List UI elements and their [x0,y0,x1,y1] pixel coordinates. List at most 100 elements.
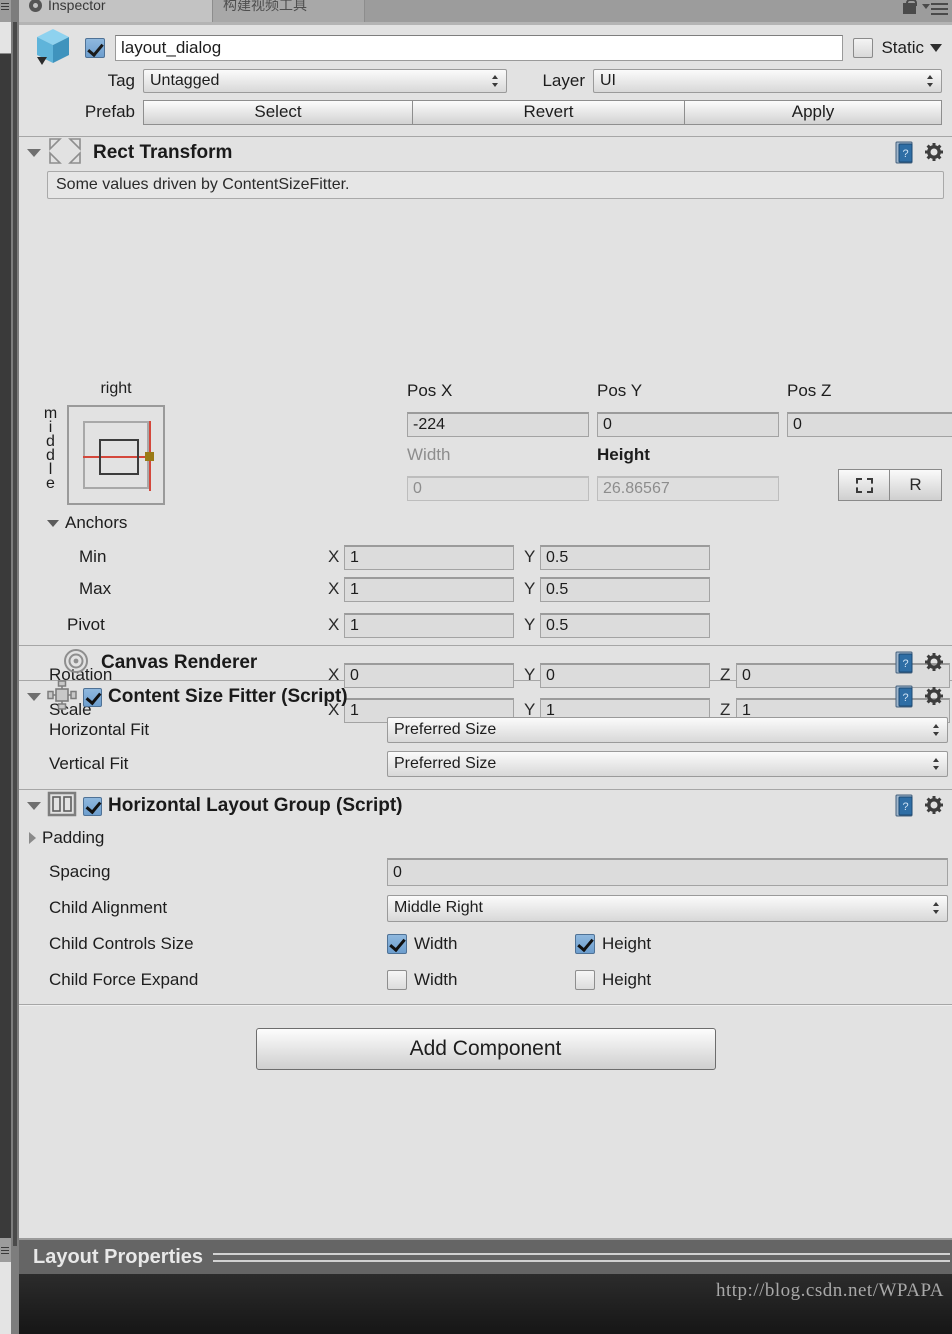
pos-z-header: Pos Z [787,381,832,400]
foldout-arrow-icon[interactable] [27,693,41,701]
add-component-button[interactable]: Add Component [255,1028,716,1070]
vertical-fit-dropdown[interactable]: Preferred Size [387,751,948,777]
child-force-expand-width-label: Width [414,970,458,989]
prefab-select-button[interactable]: Select [143,99,413,125]
height-header: Height [597,445,650,464]
gear-icon[interactable] [924,795,946,817]
hamburger-menu-icon[interactable] [922,2,948,15]
child-alignment-dropdown[interactable]: Middle Right [387,894,948,922]
gear-icon[interactable] [924,652,946,674]
left-panel-footer-scroll[interactable] [0,1262,11,1334]
child-force-height-group: Height [575,970,651,990]
gear-icon[interactable] [924,686,946,708]
gameobject-enabled-checkbox[interactable] [85,38,105,58]
anchor-min-row: Min X 1 Y 0.5 [19,541,952,573]
height-input[interactable]: 26.86567 [597,476,779,501]
anchor-max-row: Max X 1 Y 0.5 [19,573,952,605]
help-book-icon[interactable]: ? [895,651,916,675]
anchor-max-y-input[interactable]: 0.5 [540,576,710,602]
pos-z-input[interactable]: 0 [787,412,952,437]
foldout-arrow-icon[interactable] [27,149,41,157]
prefab-cube-icon[interactable] [31,27,75,69]
anchor-max-x-value: 1 [350,580,359,598]
prefab-label: Prefab [84,102,135,121]
blueprint-mode-button[interactable] [838,469,890,501]
bottom-area: Layout Properties http://blog.csdn.net/W… [19,1238,952,1334]
component-rect-transform: Rect Transform ? Some values driven by C… [19,137,952,723]
lock-icon[interactable] [903,0,917,14]
pos-x-input[interactable]: -224 [407,412,589,437]
svg-text:?: ? [902,148,908,160]
help-book-icon[interactable]: ? [895,685,916,709]
child-force-expand-height-checkbox[interactable] [575,970,595,990]
pivot-x-input[interactable]: 1 [344,612,514,638]
help-book-icon[interactable]: ? [895,794,916,818]
prefab-apply-button[interactable]: Apply [685,99,942,125]
anchors-foldout[interactable]: Anchors [47,513,127,533]
left-panel-scrollbar[interactable] [0,22,11,54]
padding-label: Padding [42,828,105,847]
gear-icon[interactable] [924,142,946,164]
anchor-min-x-input[interactable]: 1 [344,544,514,570]
child-controls-height-checkbox[interactable] [575,934,595,954]
horizontal-layout-group-header[interactable]: Horizontal Layout Group (Script) ? [19,790,952,822]
anchor-min-y-value: 0.5 [546,548,569,566]
canvas-renderer-icon [63,648,89,679]
object-header: layout_dialog Static Tag Untagged Layer … [19,25,952,130]
pivot-y-axis: Y [524,615,536,634]
child-controls-width-checkbox[interactable] [387,934,407,954]
hamburger-menu-icon[interactable] [1,3,9,12]
content-size-fitter-enabled-checkbox[interactable] [83,687,102,707]
chevron-updown-icon [492,74,499,88]
canvas-renderer-title: Canvas Renderer [101,652,258,673]
chevron-updown-icon [933,723,940,737]
pos-y-header: Pos Y [597,381,643,400]
child-force-expand-width-checkbox[interactable] [387,970,407,990]
tab-inspector[interactable]: Inspector [19,0,213,22]
help-book-icon[interactable]: ? [895,141,916,165]
prefab-revert-button[interactable]: Revert [413,99,685,125]
raw-edit-mode-button[interactable]: R [890,469,942,501]
pivot-y-input[interactable]: 0.5 [540,612,710,638]
width-input[interactable]: 0 [407,476,589,501]
hamburger-menu-icon-bottom[interactable] [1,1247,9,1256]
canvas-renderer-header[interactable]: Canvas Renderer ? [19,646,952,680]
chevron-updown-icon [927,74,934,88]
tag-dropdown[interactable]: Untagged [143,69,507,93]
anchors-label: Anchors [65,513,128,532]
gameobject-name-input[interactable]: layout_dialog [115,35,844,61]
child-alignment-label: Child Alignment [49,898,168,917]
pos-x-header: Pos X [407,381,453,400]
layout-properties-bar[interactable]: Layout Properties [19,1240,952,1274]
add-component-area: Add Component [19,1006,952,1070]
svg-text:?: ? [902,801,908,813]
anchor-preset-horizontal-label: right [100,380,132,397]
anchor-preset-widget[interactable] [67,405,165,505]
static-dropdown-arrow-icon[interactable] [930,44,942,52]
anchor-max-x-input[interactable]: 1 [344,576,514,602]
padding-foldout[interactable]: Padding [19,822,952,854]
foldout-arrow-icon[interactable] [27,802,41,810]
horizontal-fit-value: Preferred Size [394,721,497,738]
pos-y-value: 0 [603,416,612,433]
panel-divider-shadow [13,22,17,1246]
horizontal-fit-dropdown[interactable]: Preferred Size [387,717,948,743]
anchor-min-y-input[interactable]: 0.5 [540,544,710,570]
child-controls-width-group: Width [387,934,575,954]
rect-transform-header[interactable]: Rect Transform ? [19,137,952,169]
anchor-min-x-value: 1 [350,548,359,566]
layer-dropdown[interactable]: UI [593,69,942,93]
anchor-max-x-axis: X [328,579,340,598]
tab-inspector-label: Inspector [48,0,106,13]
component-canvas-renderer: Canvas Renderer ? [19,646,952,680]
anchor-min-y-axis: Y [524,547,536,566]
content-size-fitter-header[interactable]: Content Size Fitter (Script) ? [19,679,952,713]
horizontal-layout-group-enabled-checkbox[interactable] [83,796,102,816]
anchor-min-x-axis: X [328,547,340,566]
pos-y-input[interactable]: 0 [597,412,779,437]
spacing-input[interactable]: 0 [387,858,948,886]
vertical-fit-label: Vertical Fit [49,754,129,773]
static-checkbox[interactable] [853,38,874,58]
tab-build-tool[interactable]: 构建视频工具 [213,0,365,22]
child-force-expand-row: Child Force Expand Width Height [19,962,952,998]
